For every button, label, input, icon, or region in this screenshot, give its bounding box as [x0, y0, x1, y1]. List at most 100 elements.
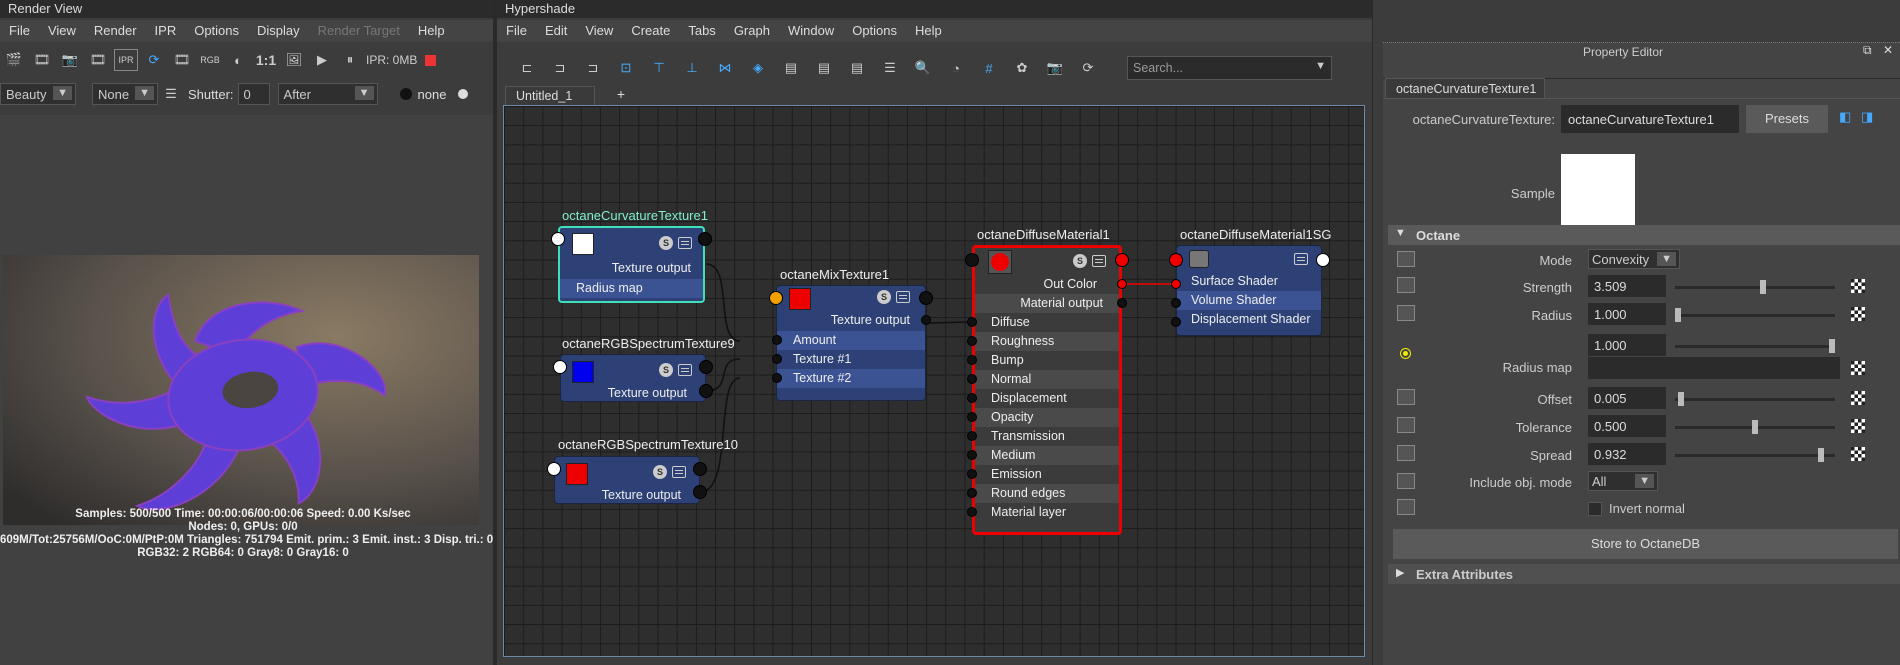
port-in[interactable] [551, 232, 565, 246]
menu-ipr[interactable]: IPR [146, 20, 186, 42]
port-in[interactable] [553, 360, 567, 374]
invert-normal-checkbox[interactable] [1588, 502, 1602, 516]
menu-display[interactable]: Display [248, 20, 309, 42]
port-out-material[interactable] [1117, 298, 1127, 308]
map-icon[interactable] [1397, 445, 1415, 461]
image-icon[interactable]: 🖼 [282, 49, 306, 71]
bool-attr-icon[interactable] [1397, 499, 1415, 515]
paste-icon[interactable]: ◨ [1861, 109, 1873, 125]
hs-menu-help[interactable]: Help [906, 20, 951, 42]
rgb-icon[interactable]: RGB [198, 49, 222, 71]
search-icon[interactable]: 🔍 [911, 57, 935, 79]
render-swatch-icon[interactable]: ◔ [944, 57, 968, 79]
store-to-octanedb-button[interactable]: Store to OctaneDB [1393, 529, 1898, 559]
port-in-displacement[interactable] [1171, 317, 1181, 327]
port-out[interactable] [1115, 253, 1129, 267]
input-connections-icon[interactable]: ⊏ [515, 57, 539, 79]
offset-slider[interactable] [1675, 398, 1835, 401]
tab-untitled-1[interactable]: Untitled_1 ✕ [505, 86, 595, 118]
strength-slider[interactable] [1675, 286, 1835, 289]
spread-input[interactable]: 0.932 [1588, 443, 1666, 465]
none-select[interactable]: None ▼ [92, 83, 158, 105]
ipr-refresh-icon[interactable]: ⟳ [142, 49, 166, 71]
include-mode-select[interactable]: All ▼ [1588, 471, 1658, 491]
map-button-icon[interactable] [1851, 447, 1865, 461]
port-in[interactable] [967, 469, 977, 479]
node-graph-canvas[interactable]: octaneCurvatureTexture1 S Texture output… [503, 105, 1365, 657]
menu-render-target[interactable]: Render Target [309, 20, 409, 42]
hs-menu-window[interactable]: Window [779, 20, 843, 42]
graph-layout-icon[interactable]: ⋈ [713, 57, 737, 79]
node-shading-group[interactable]: Surface Shader Volume Shader Displacemen… [1176, 245, 1322, 336]
hs-menu-edit[interactable]: Edit [536, 20, 576, 42]
simple-view-icon[interactable]: ▤ [779, 57, 803, 79]
map-icon[interactable] [1397, 389, 1415, 405]
offset-slider-knob[interactable] [1678, 392, 1685, 406]
copy-icon[interactable]: ◧ [1839, 109, 1851, 125]
float-icon[interactable]: ⧉ [1863, 43, 1872, 58]
port-out[interactable] [1316, 253, 1330, 267]
map-button-icon[interactable] [1851, 307, 1865, 321]
connected-view-icon[interactable]: ▤ [812, 57, 836, 79]
port-in[interactable] [547, 462, 561, 476]
map-icon[interactable] [1397, 277, 1415, 293]
refresh-icon[interactable]: ⟳ [1076, 57, 1100, 79]
port-in-texture2[interactable] [772, 373, 782, 383]
shutter-input[interactable]: 0 [237, 83, 270, 105]
spread-slider-knob[interactable] [1818, 448, 1825, 462]
port-in[interactable] [967, 374, 977, 384]
port-out[interactable] [699, 384, 713, 398]
mode-select[interactable]: Convexity ▼ [1588, 249, 1680, 269]
snap-icon[interactable]: ✿ [1010, 57, 1034, 79]
panel-divider[interactable] [493, 0, 497, 665]
map-button-icon[interactable] [1851, 361, 1865, 375]
sample-swatch[interactable] [1561, 154, 1635, 228]
s-icon[interactable]: S [659, 236, 673, 250]
port-out[interactable] [919, 291, 933, 305]
octane-section-header[interactable]: ▼ Octane [1388, 225, 1900, 245]
hs-menu-graph[interactable]: Graph [725, 20, 779, 42]
render-region-icon[interactable]: 🎞 [30, 49, 54, 71]
s-icon[interactable]: S [877, 290, 891, 304]
hs-menu-options[interactable]: Options [843, 20, 906, 42]
radius-map-input[interactable] [1588, 357, 1840, 379]
output-connections-icon[interactable]: ⊐ [581, 57, 605, 79]
node-diffuse[interactable]: S Out Color Material output Diffuse Roug… [972, 245, 1122, 535]
s-icon[interactable]: S [1073, 254, 1087, 268]
map-button-icon[interactable] [1851, 279, 1865, 293]
play-icon[interactable]: ▶ [310, 49, 334, 71]
ipr-icon[interactable]: IPR [114, 49, 138, 71]
port-in[interactable] [967, 412, 977, 422]
hs-menu-view[interactable]: View [576, 20, 622, 42]
port-in[interactable] [967, 488, 977, 498]
stop-icon[interactable] [425, 54, 437, 66]
node-mix[interactable]: S Texture output Amount Texture #1 Textu… [776, 285, 926, 401]
graph-network-icon[interactable]: ◈ [746, 57, 770, 79]
radius-slider-knob[interactable] [1675, 308, 1681, 322]
strength-slider-knob[interactable] [1759, 280, 1766, 294]
clapper-icon[interactable]: 🎬 [2, 49, 26, 71]
spread-slider[interactable] [1675, 454, 1835, 457]
chevron-down-icon[interactable]: ▼ [1315, 60, 1326, 72]
map-icon[interactable] [1397, 305, 1415, 321]
batch-render-icon[interactable]: 🎞 [170, 49, 194, 71]
snapshot-icon[interactable]: 📷 [58, 49, 82, 71]
port-in[interactable] [967, 507, 977, 517]
node-rgb10[interactable]: S Texture output [554, 456, 700, 504]
graph-down-icon[interactable]: ⊥ [680, 57, 704, 79]
extra-attributes-header[interactable]: ▶ Extra Attributes [1388, 564, 1900, 584]
hs-menu-tabs[interactable]: Tabs [679, 20, 724, 42]
layers-icon[interactable] [678, 237, 692, 249]
white-dot-icon[interactable] [458, 89, 469, 99]
render-sequence-icon[interactable]: 🎞 [86, 49, 110, 71]
presets-button[interactable]: Presets [1746, 105, 1828, 133]
graph-up-icon[interactable]: ⊤ [647, 57, 671, 79]
ratio-label[interactable]: 1:1 [254, 49, 278, 71]
strength-input[interactable]: 3.509 [1588, 275, 1666, 297]
node-rgb9[interactable]: S Texture output [560, 354, 706, 402]
radius-slider[interactable] [1675, 314, 1835, 317]
custom-view-icon[interactable]: ☰ [878, 57, 902, 79]
layers-icon[interactable] [896, 291, 910, 303]
render-viewport[interactable]: Samples: 500/500 Time: 00:00:06/00:00:06… [0, 115, 493, 665]
radius-map-slider-knob[interactable] [1829, 339, 1835, 353]
